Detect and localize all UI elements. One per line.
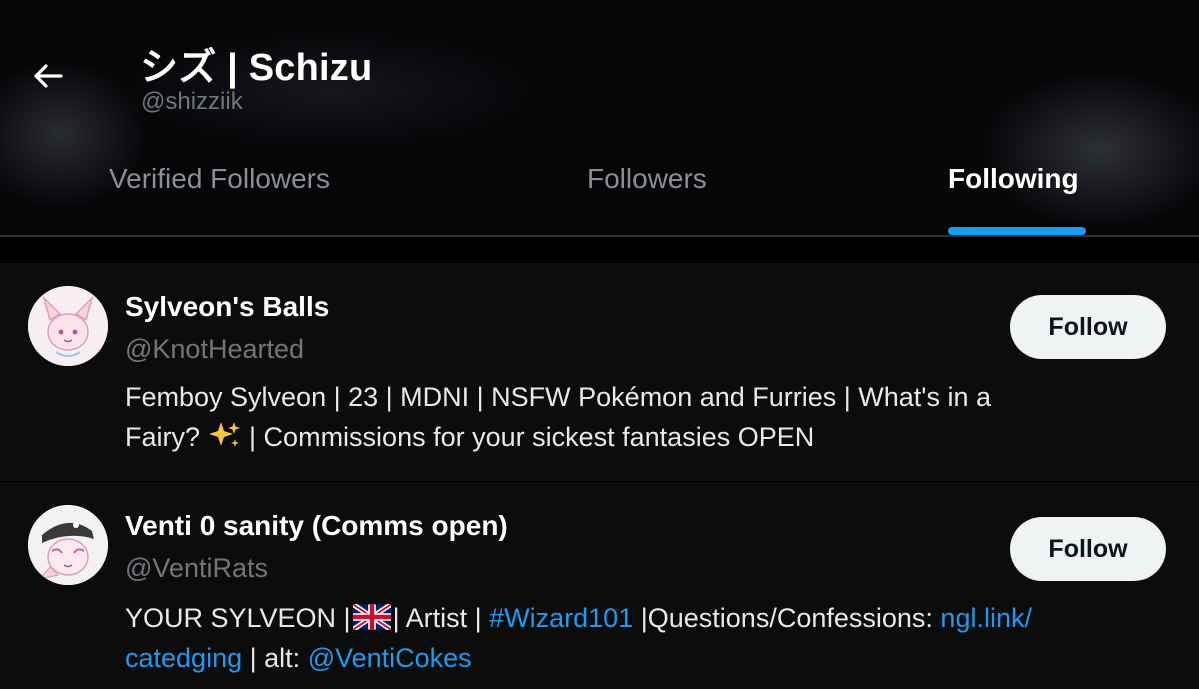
mention-link[interactable]: @VentiCokes xyxy=(308,643,472,673)
user-handle[interactable]: @KnotHearted xyxy=(125,334,304,365)
bio-line: YOUR SYLVEON | | Artist | #Wizard101 |Qu… xyxy=(125,598,1165,638)
profile-handle: @shizziik xyxy=(141,88,243,115)
user-cell[interactable]: Venti 0 sanity (Comms open) @VentiRats F… xyxy=(0,482,1199,689)
bio-line: Fairy? | Commissions for your sickest fa… xyxy=(125,417,1165,457)
user-cell[interactable]: Sylveon's Balls @KnotHearted Follow Femb… xyxy=(0,263,1199,481)
follow-button[interactable]: Follow xyxy=(1010,295,1166,359)
blurred-banner-shape xyxy=(980,70,1199,230)
active-tab-indicator xyxy=(948,227,1086,235)
avatar[interactable] xyxy=(28,286,108,366)
user-handle[interactable]: @VentiRats xyxy=(125,553,268,584)
url-link[interactable]: ngl.link/ xyxy=(940,603,1032,633)
profile-title: シズ | Schizu xyxy=(140,47,373,89)
bio-text: | Commissions for your sickest fantasies… xyxy=(249,422,815,452)
arrow-left-icon xyxy=(34,64,63,88)
avatar-image xyxy=(28,286,108,366)
bio-text: | Artist | xyxy=(392,603,482,633)
avatar[interactable] xyxy=(28,505,108,585)
tab-verified-followers[interactable]: Verified Followers xyxy=(109,163,330,195)
bio-text: Fairy? xyxy=(125,422,201,452)
bio-text: |Questions/Confessions: xyxy=(640,603,933,633)
uk-flag-icon xyxy=(352,604,391,630)
follow-button[interactable]: Follow xyxy=(1010,517,1166,581)
back-button[interactable] xyxy=(26,56,70,96)
user-name[interactable]: Venti 0 sanity (Comms open) xyxy=(125,510,508,542)
tab-following[interactable]: Following xyxy=(948,163,1079,195)
profile-header: シズ | Schizu @shizziik Verified Followers… xyxy=(0,0,1199,236)
user-name[interactable]: Sylveon's Balls xyxy=(125,291,329,323)
bio-line: catedging | alt: @VentiCokes xyxy=(125,638,1165,678)
avatar-image xyxy=(28,505,108,585)
hashtag-link[interactable]: #Wizard101 xyxy=(489,603,633,633)
user-bio: Femboy Sylveon | 23 | MDNI | NSFW Pokémo… xyxy=(125,377,1165,457)
bio-text: Femboy Sylveon | 23 | MDNI | NSFW Pokémo… xyxy=(125,382,991,412)
url-link[interactable]: catedging xyxy=(125,643,242,673)
bio-text: | alt: xyxy=(249,643,301,673)
bio-text: YOUR SYLVEON | xyxy=(125,603,351,633)
tab-followers[interactable]: Followers xyxy=(587,163,707,195)
sparkles-icon xyxy=(208,422,240,447)
spacer xyxy=(0,237,1199,263)
user-bio: YOUR SYLVEON | | Artist | #Wizard101 |Qu… xyxy=(125,598,1165,678)
